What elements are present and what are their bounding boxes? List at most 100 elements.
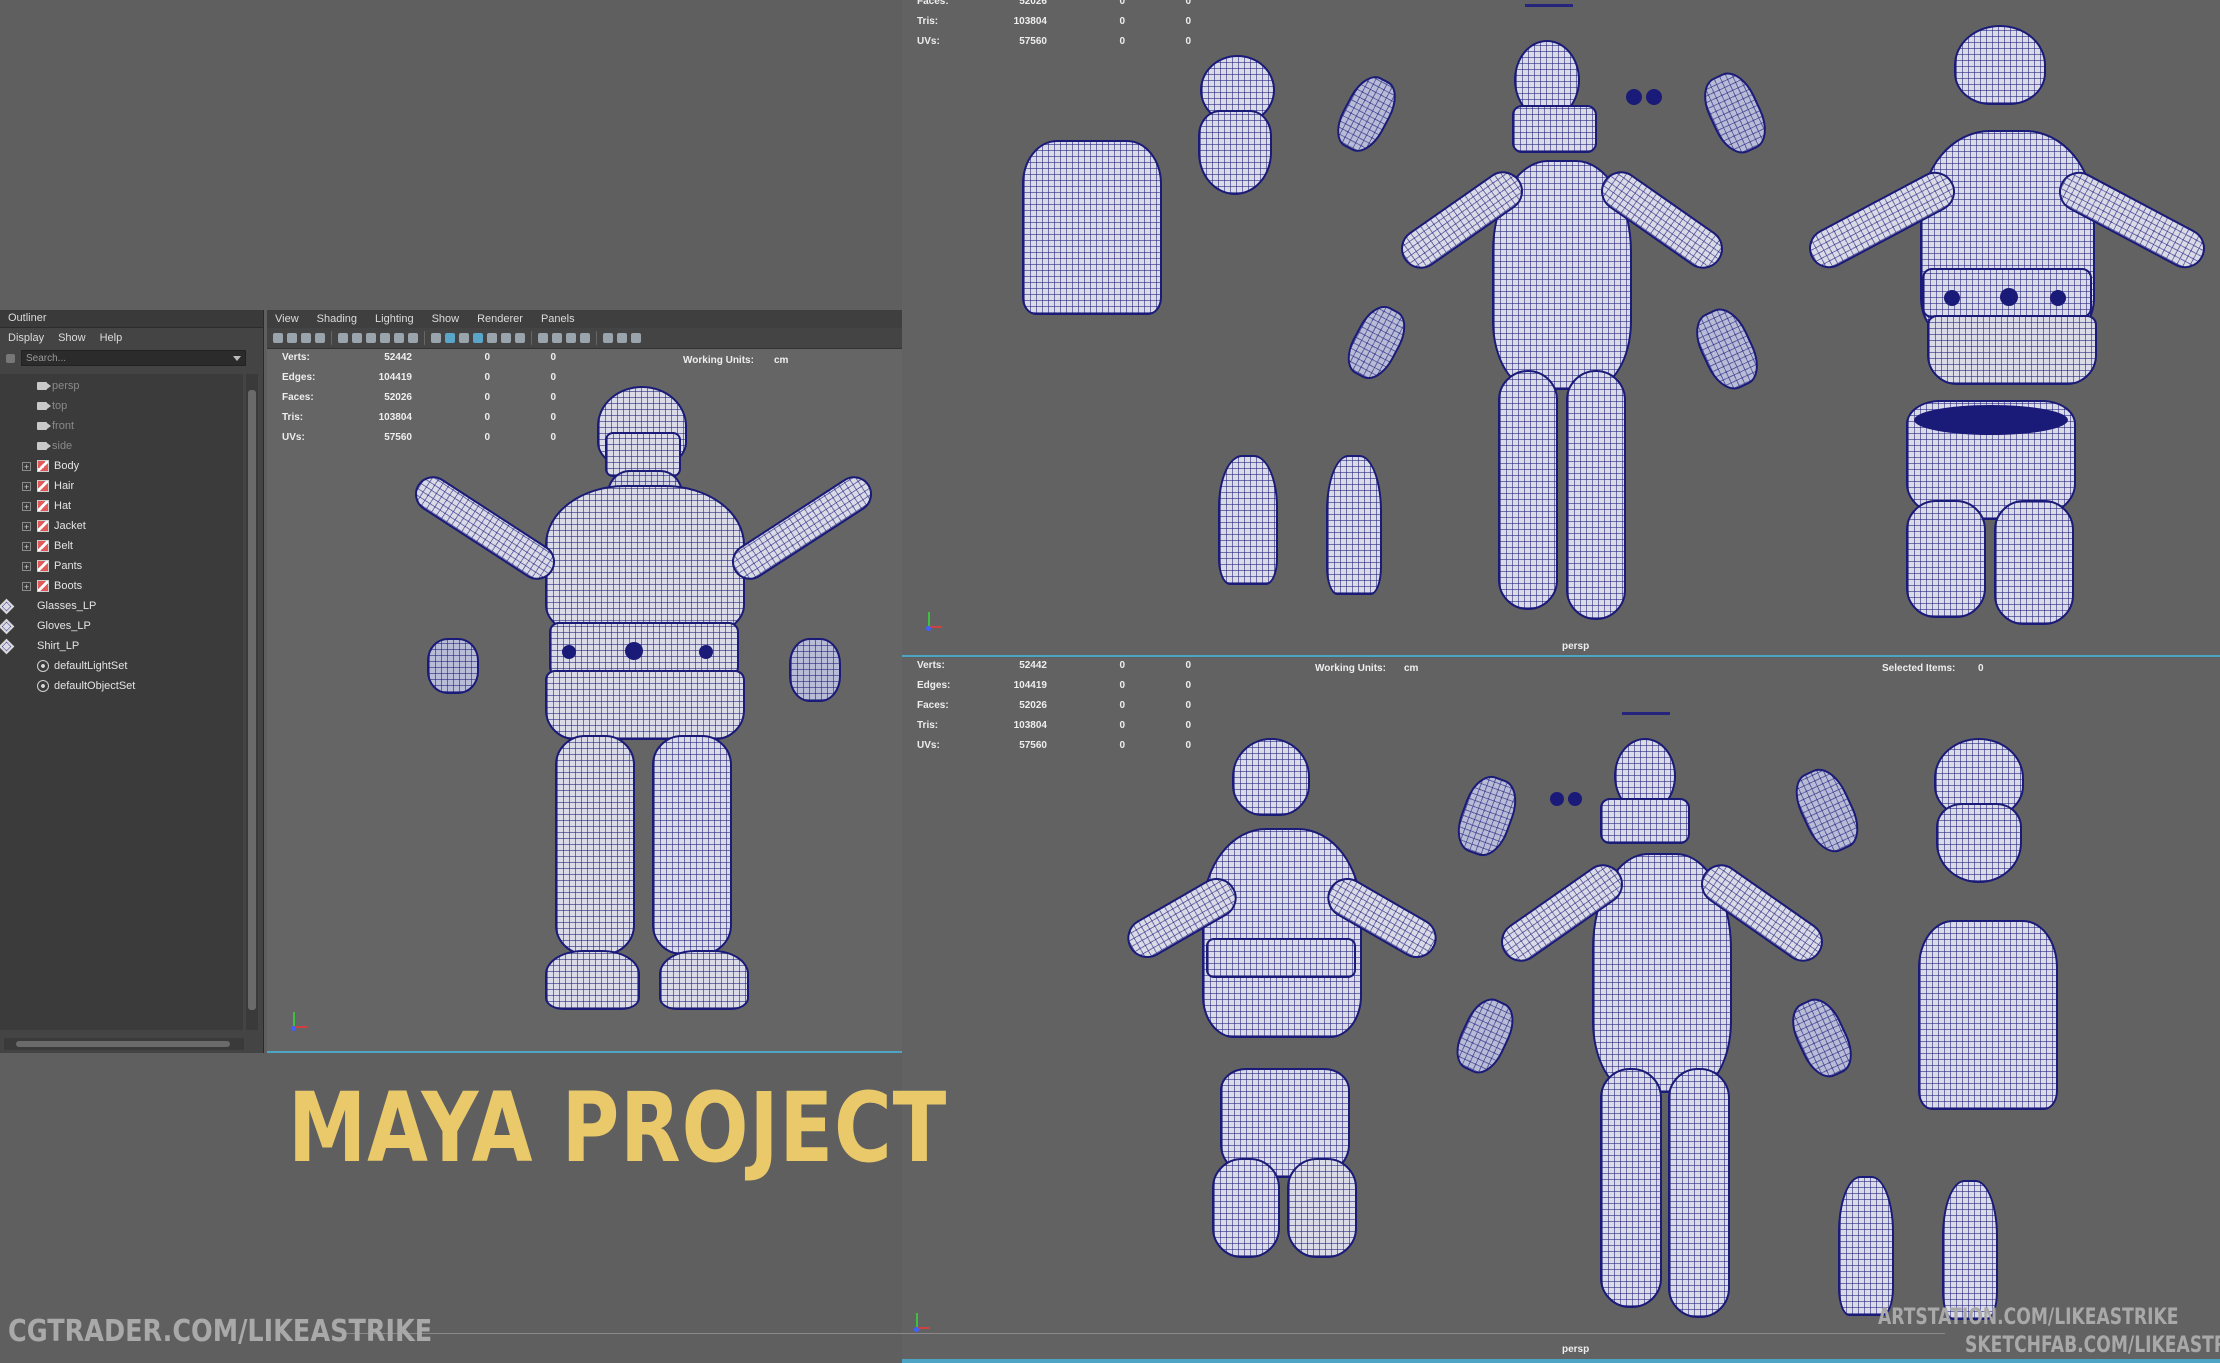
menu-show[interactable]: Show: [58, 328, 86, 348]
hud-row: Edges: 104419 0 0: [917, 680, 1191, 691]
selected-items-label: Selected Items:: [1882, 663, 1956, 674]
image-plane-icon[interactable]: [315, 333, 325, 343]
expand-icon[interactable]: +: [22, 461, 31, 471]
outliner-horizontal-scrollbar[interactable]: [4, 1038, 244, 1050]
outliner-item-top[interactable]: top: [0, 396, 243, 416]
outliner-vertical-scrollbar[interactable]: [246, 374, 258, 1030]
viewport-toolbar: [267, 328, 902, 349]
outliner-item-belt[interactable]: + Belt: [0, 536, 243, 556]
set-icon: [37, 660, 49, 672]
shadows-icon[interactable]: [501, 333, 511, 343]
perspective-viewport-left[interactable]: View Shading Lighting Show Renderer Pane…: [267, 310, 902, 1053]
mesh-icon: [0, 618, 15, 634]
axis-gizmo-icon: [289, 1012, 309, 1032]
bookmark-icon[interactable]: [301, 333, 311, 343]
lighting-icon[interactable]: [487, 333, 497, 343]
project-title: MAYA PROJECT: [288, 1072, 948, 1184]
xray-icon[interactable]: [552, 333, 562, 343]
outliner-item-shirt[interactable]: Shirt_LP: [0, 636, 243, 656]
hud-row: Faces: 52026 0 0: [917, 700, 1191, 711]
menu-lighting[interactable]: Lighting: [375, 310, 414, 328]
footer-link-artstation: ARTSTATION.COM/LIKEASTRIKE: [1878, 1305, 2179, 1330]
filter-icon[interactable]: [6, 353, 15, 363]
select-camera-icon[interactable]: [273, 333, 283, 343]
outliner-item-gloves[interactable]: Gloves_LP: [0, 616, 243, 636]
camera-attributes-icon[interactable]: [287, 333, 297, 343]
camera-icon: [37, 382, 51, 390]
outliner-item-front[interactable]: front: [0, 416, 243, 436]
outliner-item-hair[interactable]: + Hair: [0, 476, 243, 496]
menu-help[interactable]: Help: [100, 328, 123, 348]
outliner-item-lightset[interactable]: defaultLightSet: [0, 656, 243, 676]
exposure-icon[interactable]: [617, 333, 627, 343]
poly-count-hud: Verts: 52442 0 0 Edges: 104419 0 0 Faces: 52026…: [917, 660, 1191, 760]
gate-mask-icon[interactable]: [380, 333, 390, 343]
camera-icon: [37, 442, 51, 450]
menu-renderer[interactable]: Renderer: [477, 310, 523, 328]
set-icon: [37, 680, 49, 692]
menu-show[interactable]: Show: [432, 310, 460, 328]
hud-row: Tris: 103804 0 0: [917, 16, 1191, 27]
footer-link-sketchfab: SKETCHFAB.COM/LIKEASTRIKE: [1965, 1333, 2220, 1358]
menu-panels[interactable]: Panels: [541, 310, 575, 328]
hud-row: Tris: 103804 0 0: [917, 720, 1191, 731]
outliner-search-input[interactable]: Search...: [21, 350, 246, 366]
expand-icon[interactable]: +: [22, 541, 31, 551]
xray-joints-icon[interactable]: [566, 333, 576, 343]
expand-icon[interactable]: +: [22, 481, 31, 491]
viewport-active-border: [902, 1359, 2220, 1363]
mesh-icon: [0, 598, 15, 614]
camera-label: persp: [1562, 1344, 1590, 1355]
outliner-panel: Outliner Display Show Help Search... per…: [0, 310, 264, 1053]
footer-divider: [345, 1333, 1945, 1334]
hud-row: UVs: 57560 0 0: [917, 36, 1191, 47]
viewport-divider[interactable]: [902, 655, 2220, 657]
outliner-item-glasses[interactable]: Glasses_LP: [0, 596, 243, 616]
outliner-menubar: Display Show Help: [0, 328, 263, 348]
resolution-gate-icon[interactable]: [366, 333, 376, 343]
outliner-search-row: Search...: [0, 348, 263, 368]
working-units-value: cm: [774, 355, 789, 366]
hud-row: UVs: 57560 0 0: [282, 432, 556, 443]
viewport-active-border: [267, 1051, 902, 1053]
axis-gizmo-icon: [912, 1313, 932, 1333]
poly-count-hud: Verts: 52442 0 0 Edges: 104419 0 0 Faces: 52026…: [282, 352, 556, 452]
wireframe-icon[interactable]: [431, 333, 441, 343]
isolate-select-icon[interactable]: [538, 333, 548, 343]
expand-icon[interactable]: +: [22, 561, 31, 571]
outliner-item-body[interactable]: + Body: [0, 456, 243, 476]
grid-icon[interactable]: [338, 333, 348, 343]
outliner-item-jacket[interactable]: + Jacket: [0, 516, 243, 536]
axis-gizmo-icon: [924, 612, 944, 632]
expand-icon[interactable]: +: [22, 581, 31, 591]
field-chart-icon[interactable]: [394, 333, 404, 343]
outliner-item-hat[interactable]: + Hat: [0, 496, 243, 516]
outliner-item-persp[interactable]: persp: [0, 376, 243, 396]
expand-icon[interactable]: +: [22, 501, 31, 511]
menu-view[interactable]: View: [275, 310, 299, 328]
outliner-item-side[interactable]: side: [0, 436, 243, 456]
outliner-item-objectset[interactable]: defaultObjectSet: [0, 676, 243, 696]
gamma-icon[interactable]: [603, 333, 613, 343]
group-icon: [37, 460, 49, 472]
group-icon: [37, 580, 49, 592]
wireframe-on-shaded-icon[interactable]: [459, 333, 469, 343]
color-management-icon[interactable]: [631, 333, 641, 343]
camera-label: persp: [1562, 641, 1590, 652]
film-gate-icon[interactable]: [352, 333, 362, 343]
outliner-list: persp top front side + Body + Hair + Hat…: [0, 374, 243, 1030]
smooth-shade-icon[interactable]: [445, 333, 455, 343]
screen-space-ao-icon[interactable]: [515, 333, 525, 343]
hud-row: Faces: 52026 0 0: [917, 0, 1191, 7]
perspective-viewport-top[interactable]: Faces: 52026 0 0 Tris: 103804 0 0 UVs: 57560 0 0: [902, 0, 2220, 655]
textured-icon[interactable]: [473, 333, 483, 343]
menu-display[interactable]: Display: [8, 328, 44, 348]
expand-icon[interactable]: +: [22, 521, 31, 531]
outliner-item-pants[interactable]: + Pants: [0, 556, 243, 576]
safe-action-icon[interactable]: [408, 333, 418, 343]
hud-row: Tris: 103804 0 0: [282, 412, 556, 423]
outliner-item-boots[interactable]: + Boots: [0, 576, 243, 596]
perspective-viewport-bottom[interactable]: Verts: 52442 0 0 Edges: 104419 0 0 Faces: 52026…: [902, 658, 2220, 1363]
menu-shading[interactable]: Shading: [317, 310, 357, 328]
xray-components-icon[interactable]: [580, 333, 590, 343]
